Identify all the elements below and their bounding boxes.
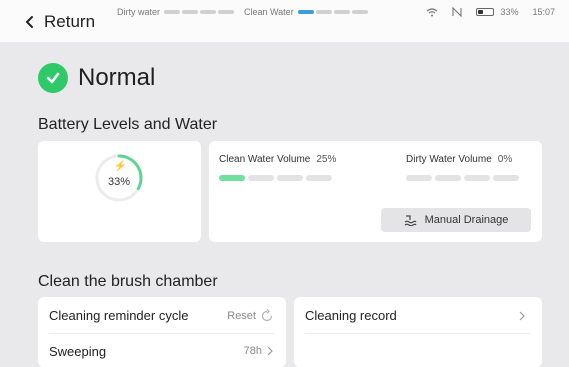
segment [333,10,350,14]
chevron-right-icon [519,311,525,321]
level-segment [464,175,490,181]
manual-drainage-button[interactable]: Manual Drainage [381,208,531,232]
sweeping-value: 78h [243,345,262,357]
dirty-water-segments [164,10,235,14]
dirty-water-volume-percent: 0% [497,154,513,165]
charging-icon: ⚡ [114,161,127,172]
battery-ring: ⚡ 33% [94,153,144,203]
battery-section-title: Battery Levels and Water [38,116,218,133]
level-segment [306,175,332,181]
level-segment [277,175,303,181]
segment [351,10,368,14]
segment [200,10,217,14]
segment [182,10,199,14]
battery-card: ⚡ 33% [38,141,201,242]
battery-icon [476,8,495,16]
drain-icon [404,214,417,226]
top-bar: Return Dirty water Clean Water 33% 15:07 [0,0,569,42]
level-segment [248,175,274,181]
divider [49,333,275,334]
chevron-right-icon [267,346,273,356]
status-row: Normal [38,63,155,93]
cleaning-record-card[interactable]: Cleaning record [294,297,542,367]
level-segment [435,175,461,181]
sweeping-label: Sweeping [49,344,107,359]
reminder-card: Cleaning reminder cycle Reset Sweeping 7… [38,297,286,367]
segment [315,10,332,14]
level-segment [219,175,245,181]
brush-section-title: Clean the brush chamber [38,273,218,290]
level-segment [406,175,432,181]
water-card: Clean Water Volume 25% Dirty Water Volume… [209,141,542,242]
manual-drainage-label: Manual Drainage [424,214,509,226]
divider [305,333,531,334]
dirty-water-volume: Dirty Water Volume 0% [406,154,512,165]
status-battery-percent: 33% [500,7,519,17]
cleaning-reminder-cycle-label: Cleaning reminder cycle [49,308,189,323]
segment [164,10,181,14]
battery-icon-fill [478,10,484,14]
clean-water-label: Clean Water [244,7,294,17]
check-icon [38,63,68,93]
dirty-water-label: Dirty water [117,7,161,17]
clean-water-level-bar [219,175,332,181]
reset-label: Reset [227,310,256,322]
battery-percent: 33% [107,176,131,188]
dirty-water-indicator: Dirty water [117,7,235,17]
dirty-water-volume-label: Dirty Water Volume [406,154,492,165]
clean-water-volume-percent: 25% [316,154,337,165]
dirty-water-level-bar [406,175,519,181]
reset-button[interactable]: Reset [227,309,274,323]
return-label: Return [44,12,96,31]
no-signal-icon [452,7,463,17]
segment [297,10,314,14]
wifi-icon [427,7,438,16]
reset-icon [261,309,273,322]
level-segment [493,175,519,181]
clean-water-volume: Clean Water Volume 25% [219,154,336,165]
cleaning-record-label: Cleaning record [305,308,397,323]
return-button[interactable]: Return [24,12,95,32]
clean-water-indicator: Clean Water [244,7,368,17]
chevron-left-icon [26,16,33,28]
status-icons: 33% 15:07 [426,7,555,17]
clean-water-volume-label: Clean Water Volume [219,154,311,165]
sweeping-row-button[interactable]: 78h [244,345,274,357]
status-label: Normal [78,64,156,91]
clock: 15:07 [532,7,555,17]
clean-water-segments [297,10,368,14]
segment [218,10,235,14]
